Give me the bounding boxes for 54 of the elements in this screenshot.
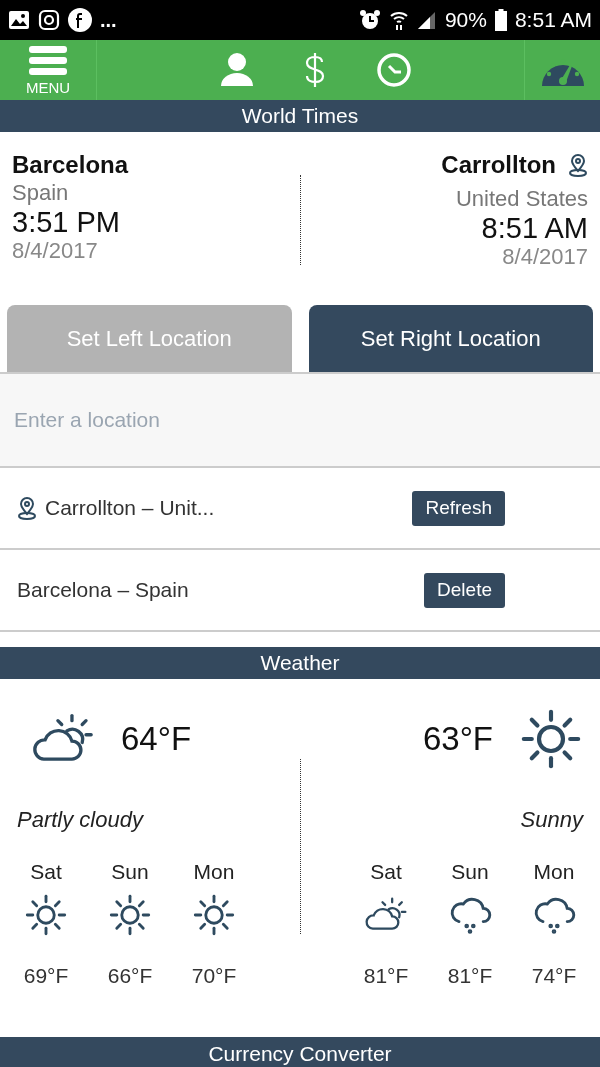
location-pin-icon (568, 153, 588, 177)
location-pin-icon (17, 496, 37, 520)
city-name: Carrollton (441, 150, 556, 180)
forecast-temperature: 70°F (191, 963, 237, 989)
battery-icon (494, 9, 507, 31)
notification-overflow: ... (100, 8, 117, 33)
city-name: Barcelona (12, 150, 129, 180)
forecast-temperature: 69°F (23, 963, 69, 989)
forecast-temperature: 74°F (531, 963, 577, 989)
location-name[interactable]: Barcelona – Spain (17, 574, 189, 606)
current-temperature: 64°F (121, 719, 192, 760)
forecast-day: Sat (30, 856, 62, 884)
forecast-day: Mon (533, 856, 575, 884)
person-icon[interactable] (219, 52, 254, 88)
sun-icon (24, 893, 68, 937)
battery-percent: 90% (444, 7, 487, 34)
image-icon (8, 10, 30, 30)
current-temperature: 63°F (422, 719, 493, 760)
local-time: 3:51 PM (12, 206, 120, 238)
sun-icon (192, 893, 236, 937)
sun-icon (519, 707, 583, 771)
wifi-icon (388, 9, 409, 31)
location-action-button[interactable]: Refresh (412, 490, 505, 526)
clock-icon[interactable] (375, 52, 412, 88)
forecast-temperature: 81°F (363, 963, 409, 989)
location-input[interactable]: Enter a location (0, 374, 600, 468)
circle-app-icon (68, 8, 92, 32)
condition-text: Partly cloudy (17, 806, 143, 834)
local-time: 8:51 AM (481, 212, 588, 244)
menu-icon (29, 45, 67, 76)
local-date: 8/4/2017 (502, 244, 588, 270)
location-name[interactable]: Carrollton – Unit... (45, 492, 215, 524)
dollar-icon[interactable] (303, 52, 326, 88)
sun-icon (108, 893, 152, 937)
condition-text: Sunny (520, 806, 583, 834)
forecast-temperature: 66°F (107, 963, 153, 989)
location-action-button[interactable]: Delete (424, 572, 505, 608)
forecast-day: Mon (193, 856, 235, 884)
country-name: United States (455, 186, 588, 212)
local-date: 8/4/2017 (12, 238, 98, 264)
forecast-day: Sun (451, 856, 489, 884)
forecast-temperature: 81°F (447, 963, 493, 989)
forecast-day: Sat (370, 856, 402, 884)
cloud-sun-icon (364, 897, 408, 933)
location-tab[interactable]: Set Right Location (308, 305, 593, 372)
section-header: Currency Converter (0, 1037, 600, 1067)
section-header: World Times (0, 100, 600, 132)
signal-icon (416, 10, 437, 30)
clock-time: 8:51 AM (514, 7, 592, 34)
section-header: Weather (0, 647, 600, 679)
camera-icon (38, 9, 60, 31)
alarm-clock-icon (358, 9, 381, 31)
forecast-day: Sun (111, 856, 149, 884)
country-name: Spain (12, 180, 69, 206)
